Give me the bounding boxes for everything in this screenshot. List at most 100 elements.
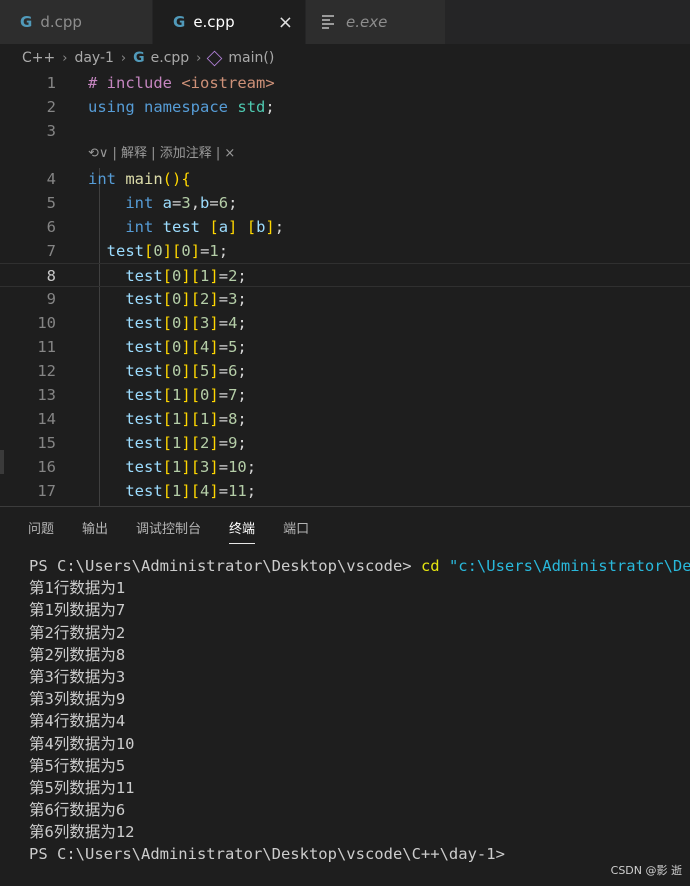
- cpp-icon: G: [173, 13, 186, 31]
- code-line[interactable]: 10 test[0][3]=4;: [0, 311, 690, 335]
- code-text: int main(){: [88, 170, 191, 188]
- code-line[interactable]: 14 test[1][1]=8;: [0, 407, 690, 431]
- editor-tab-bar: G d.cpp G e.cpp × e.exe: [0, 0, 690, 44]
- code-text: test[0][1]=2;: [125, 267, 247, 285]
- breadcrumb: C++ › day-1 › G e.cpp › main(): [0, 44, 690, 72]
- terminal-output-line: 第2列数据为8: [29, 645, 126, 664]
- line-number: 2: [46, 98, 56, 116]
- line-number: 3: [46, 122, 56, 140]
- terminal-command: cd: [420, 557, 440, 575]
- code-line[interactable]: 8 test[0][1]=2;: [0, 263, 690, 287]
- code-text: test[0][0]=1;: [106, 242, 229, 260]
- terminal-output-line: 第4行数据为4: [29, 712, 126, 731]
- tab-label: e.exe: [346, 13, 388, 31]
- code-text: # include <iostream>: [88, 74, 275, 92]
- terminal-output-line: 第6行数据为6: [29, 801, 126, 820]
- code-text: test[1][1]=8;: [125, 410, 247, 428]
- panel-tab-bar: 问题 输出 调试控制台 终端 端口: [0, 507, 337, 547]
- line-number: 6: [46, 218, 56, 236]
- terminal-output-line: 第5行数据为5: [29, 756, 126, 775]
- code-text: int test [a] [b];: [125, 218, 285, 236]
- code-text: test[1][2]=9;: [125, 434, 247, 452]
- line-number: 10: [37, 314, 56, 332]
- codelens-actions[interactable]: ⟲∨ | 解释 | 添加注释 | ×: [88, 144, 235, 164]
- terminal-output-line: 第5列数据为11: [29, 778, 135, 797]
- tab-e-exe[interactable]: e.exe: [306, 0, 446, 44]
- symbol-method-icon: [207, 50, 223, 66]
- tab-d-cpp[interactable]: G d.cpp: [0, 0, 153, 44]
- code-line[interactable]: 1 # include <iostream>: [0, 72, 690, 95]
- code-text: int a=3,b=6;: [125, 194, 238, 212]
- terminal-output-line: 第4列数据为10: [29, 734, 135, 753]
- terminal-final-prompt: PS C:\Users\Administrator\Desktop\vscode…: [29, 845, 505, 864]
- line-number: 17: [37, 482, 56, 500]
- breadcrumb-item-file[interactable]: e.cpp: [151, 50, 190, 66]
- tab-label: e.cpp: [193, 13, 235, 31]
- tab-ports[interactable]: 端口: [283, 510, 309, 545]
- code-text: using namespace std;: [88, 98, 275, 116]
- code-line[interactable]: 16 test[1][3]=10;: [0, 455, 690, 479]
- code-text: test[1][4]=11;: [125, 482, 257, 500]
- line-number: 1: [46, 74, 56, 92]
- line-number: 15: [37, 434, 56, 452]
- terminal-output-line: 第3列数据为9: [29, 690, 126, 709]
- code-line[interactable]: 11 test[0][4]=5;: [0, 335, 690, 359]
- code-line[interactable]: 6 int test [a] [b];: [0, 215, 690, 239]
- terminal[interactable]: PS C:\Users\Administrator\Desktop\vscode…: [29, 555, 690, 866]
- line-number: 9: [46, 290, 56, 308]
- terminal-output-line: 第1行数据为1: [29, 579, 126, 598]
- terminal-command-arg: "c:\Users\Administrator\Desktop\vscode\C…: [448, 557, 690, 575]
- chevron-right-icon: ›: [120, 50, 127, 66]
- line-number: 16: [37, 458, 56, 476]
- tab-label: d.cpp: [40, 13, 82, 31]
- breadcrumb-item-folder[interactable]: C++: [22, 50, 55, 66]
- code-line[interactable]: 7 test[0][0]=1;: [0, 239, 690, 263]
- cpp-icon: G: [20, 13, 33, 31]
- code-line[interactable]: 3: [0, 119, 690, 143]
- code-line[interactable]: 5 int a=3,b=6;: [0, 191, 690, 215]
- line-number: 4: [46, 170, 56, 188]
- code-line[interactable]: 4 int main(){: [0, 167, 690, 191]
- terminal-prompt: PS C:\Users\Administrator\Desktop\vscode…: [29, 557, 421, 575]
- chevron-right-icon: ›: [62, 50, 68, 66]
- breadcrumb-item-subfolder[interactable]: day-1: [74, 50, 113, 66]
- terminal-output-line: 第3行数据为3: [29, 667, 126, 686]
- line-number: 12: [37, 362, 56, 380]
- code-text: test[1][3]=10;: [125, 458, 257, 476]
- code-line[interactable]: 12 test[0][5]=6;: [0, 359, 690, 383]
- file-icon: [322, 13, 334, 31]
- tab-problems[interactable]: 问题: [28, 510, 54, 545]
- terminal-command-line: PS C:\Users\Administrator\Desktop\vscode…: [29, 555, 690, 577]
- code-line[interactable]: 9 test[0][2]=3;: [0, 287, 690, 311]
- tab-debug-console[interactable]: 调试控制台: [136, 510, 201, 545]
- bottom-panel: 问题 输出 调试控制台 终端 端口 PS C:\Users\Administra…: [0, 506, 690, 886]
- terminal-output-line: 第1列数据为7: [29, 601, 126, 620]
- code-editor[interactable]: ⟲∨ | 解释 | 添加注释 | × 1 # include <iostream>…: [0, 72, 690, 506]
- terminal-output: 第1行数据为1 第1列数据为7 第2行数据为2 第2列数据为8 第3行数据为3 第3列数据…: [29, 577, 690, 843]
- line-number: 7: [46, 242, 56, 260]
- tab-terminal[interactable]: 终端: [229, 510, 256, 545]
- line-number: 5: [46, 194, 56, 212]
- line-number: 14: [37, 410, 56, 428]
- tab-output[interactable]: 输出: [82, 510, 108, 545]
- code-line[interactable]: 17 test[1][4]=11;: [0, 479, 690, 503]
- code-line[interactable]: 15 test[1][2]=9;: [0, 431, 690, 455]
- terminal-output-line: 第2行数据为2: [29, 623, 126, 642]
- code-text: test[0][5]=6;: [125, 362, 247, 380]
- breadcrumb-item-symbol[interactable]: main(): [228, 50, 274, 66]
- line-number: 11: [37, 338, 56, 356]
- terminal-output-line: 第6列数据为12: [29, 823, 135, 842]
- cpp-icon: G: [133, 50, 145, 66]
- watermark: CSDN @影 逝: [610, 864, 682, 877]
- code-line[interactable]: 2 using namespace std;: [0, 95, 690, 119]
- code-text: test[1][0]=7;: [125, 386, 247, 404]
- tab-e-cpp[interactable]: G e.cpp ×: [153, 0, 306, 44]
- line-number: 8: [46, 267, 56, 285]
- code-line[interactable]: 13 test[1][0]=7;: [0, 383, 690, 407]
- line-number: 13: [37, 386, 56, 404]
- code-text: test[0][2]=3;: [125, 290, 247, 308]
- close-icon[interactable]: ×: [278, 12, 293, 33]
- code-text: test[0][3]=4;: [125, 314, 247, 332]
- code-text: test[0][4]=5;: [125, 338, 247, 356]
- chevron-right-icon: ›: [196, 50, 202, 66]
